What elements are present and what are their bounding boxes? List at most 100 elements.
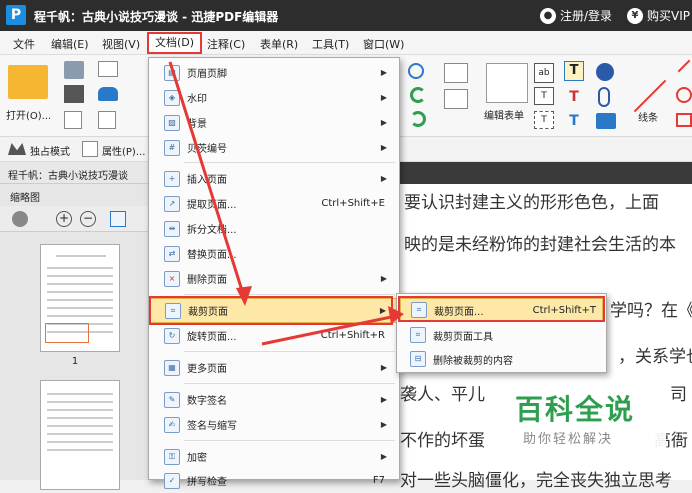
typewriter-icon[interactable]: T [564, 61, 584, 81]
save-icon[interactable] [64, 61, 84, 79]
header-footer-icon: ▤ [164, 64, 180, 81]
menu-item-spell-check[interactable]: ✓ 拼写检查 F7 [149, 468, 399, 493]
menu-view[interactable]: 视图(V) [102, 36, 140, 52]
delete-page-icon: × [164, 270, 180, 287]
remove-cropped-icon: ⊟ [410, 351, 426, 367]
page-thumbnail-1[interactable] [40, 244, 120, 352]
text-select-icon[interactable] [444, 89, 468, 109]
menu-item-more-pages[interactable]: ▦ 更多页面 ▶ [149, 355, 399, 380]
edit-form-icon[interactable] [486, 63, 528, 103]
extract-page-icon: ↗ [164, 195, 180, 212]
zoom-out-thumb-icon[interactable]: − [80, 211, 96, 227]
menu-item-split-document[interactable]: ⇹ 拆分文档... [149, 216, 399, 241]
textbox-icon[interactable]: T [534, 87, 554, 105]
attach-icon[interactable] [598, 87, 610, 107]
menu-window[interactable]: 窗口(W) [363, 36, 404, 52]
insert-page-icon: + [164, 170, 180, 187]
replace-page-icon: ⇄ [164, 245, 180, 262]
document-tab[interactable]: 程千帆：古典小说技巧漫谈 [0, 162, 150, 184]
buy-vip-label: 购买VIP [647, 9, 690, 23]
new-page-icon[interactable] [98, 111, 116, 129]
rotate-thumb-icon[interactable] [110, 211, 126, 227]
bates-icon: # [164, 139, 180, 156]
buy-vip-button[interactable]: ¥ 购买VIP [627, 7, 690, 24]
rotate-page-icon: ↻ [164, 327, 180, 344]
menu-form[interactable]: 表单(R) [260, 36, 298, 52]
watermark: 百科全说 助你轻松解决 [493, 374, 666, 454]
menu-comment[interactable]: 注释(C) [207, 36, 245, 52]
page-thumbnail-2[interactable] [40, 380, 120, 490]
menu-item-rotate-page[interactable]: ↻ 旋转页面... Ctrl+Shift+R [149, 323, 399, 348]
menu-item-header-footer[interactable]: ▤ 页眉页脚 ▶ [149, 60, 399, 85]
strikeout-icon[interactable]: T [564, 87, 584, 107]
stamp-icon[interactable] [596, 63, 614, 81]
gear-icon[interactable] [12, 211, 28, 227]
text-line: 要认识封建主义的形形色色，上面 [404, 193, 659, 213]
properties-button[interactable]: 属性(P)... [102, 143, 145, 158]
edit-form-label[interactable]: 编辑表单 [484, 107, 524, 122]
menu-item-replace-page[interactable]: ⇄ 替换页面... [149, 241, 399, 266]
watermark-icon: ◈ [164, 89, 180, 106]
open-folder-icon[interactable] [8, 65, 48, 99]
text-line: 学吗？在《 [610, 301, 692, 321]
select-icon[interactable] [444, 63, 468, 83]
submenu-arrow-icon: ▶ [380, 143, 387, 152]
crop-tool-icon: ⌗ [410, 327, 426, 343]
open-button-label[interactable]: 打开(O)... [6, 107, 51, 122]
print-icon[interactable] [64, 85, 84, 103]
zoom-in-thumb-icon[interactable]: + [56, 211, 72, 227]
submenu-arrow-icon: ▶ [380, 274, 387, 283]
submenu-arrow-icon: ▶ [380, 118, 387, 127]
rotate-left-icon[interactable] [410, 87, 426, 103]
arrow-tool-icon[interactable] [677, 59, 691, 73]
menu-item-watermark[interactable]: ◈ 水印 ▶ [149, 85, 399, 110]
split-document-icon: ⇹ [164, 220, 180, 237]
menu-separator [184, 351, 395, 352]
submenu-arrow-icon: ▶ [380, 420, 387, 429]
cloud-icon[interactable] [98, 87, 118, 101]
submenu-item-crop-tool[interactable]: ⌗ 裁剪页面工具 [397, 323, 606, 347]
rotate-right-icon[interactable] [410, 111, 426, 127]
zoom-in-icon[interactable] [408, 63, 424, 79]
menu-item-delete-page[interactable]: × 删除页面 ▶ [149, 266, 399, 291]
visible-area-indicator [45, 323, 89, 343]
menu-item-insert-page[interactable]: + 插入页面 ▶ [149, 166, 399, 191]
text-line: 映的是未经粉饰的封建社会生活的本 [404, 235, 676, 255]
menu-item-encrypt[interactable]: ⚿ 加密 ▶ [149, 444, 399, 469]
callout-icon[interactable]: T [534, 111, 554, 129]
text-line: 不作的坏蛋 [400, 431, 485, 451]
submenu-arrow-icon: ▶ [380, 68, 387, 77]
menu-bar: 文件 编辑(E) 视图(V) 文档(D) 注释(C) 表单(R) 工具(T) 窗… [0, 31, 692, 55]
menu-document[interactable]: 文档(D) [147, 32, 202, 54]
text-line: 对一些头脑僵化，完全丧失独立思考 [400, 471, 672, 491]
page-icon[interactable] [64, 111, 82, 129]
menu-item-extract-page[interactable]: ↗ 提取页面... Ctrl+Shift+E [149, 191, 399, 216]
menu-separator [184, 294, 395, 295]
digital-signature-icon: ✎ [164, 391, 180, 408]
menu-edit[interactable]: 编辑(E) [51, 36, 89, 52]
thumbnail-toolbar: + − [0, 206, 150, 232]
submenu-arrow-icon: ▶ [380, 452, 387, 461]
submenu-item-remove-cropped[interactable]: ⊟ 删除被裁剪的内容 [397, 347, 606, 371]
document-menu: ▤ 页眉页脚 ▶ ◈ 水印 ▶ ▨ 背景 ▶ # 贝茨编号 ▶ + 插入页面 ▶ ↗ 提取页面... C… [148, 57, 400, 489]
menu-item-digital-signature[interactable]: ✎ 数字签名 ▶ [149, 387, 399, 412]
login-button[interactable]: ● 注册/登录 [540, 7, 612, 24]
sound-icon[interactable] [596, 113, 616, 129]
rectangle-tool-icon[interactable] [676, 113, 692, 127]
thumbnail-panel: 缩略图 + − 1 [0, 184, 150, 490]
line-tool-icon[interactable] [633, 79, 667, 113]
submenu-arrow-icon: ▶ [380, 363, 387, 372]
text-line: ，关系学也 [618, 347, 692, 367]
email-icon[interactable] [98, 61, 118, 77]
ellipse-tool-icon[interactable] [676, 87, 692, 103]
menu-file[interactable]: 文件 [13, 36, 35, 52]
menu-tools[interactable]: 工具(T) [312, 36, 349, 52]
menu-item-bates-numbering[interactable]: # 贝茨编号 ▶ [149, 135, 399, 160]
underline-icon[interactable]: T [564, 111, 584, 131]
page-number-1: 1 [71, 356, 79, 367]
exclusive-mode-button[interactable]: 独占模式 [30, 143, 70, 158]
menu-item-background[interactable]: ▨ 背景 ▶ [149, 110, 399, 135]
text-field-icon[interactable]: ab [534, 63, 554, 83]
line-tool-label[interactable]: 线条 [638, 109, 658, 124]
menu-item-sign-initial[interactable]: ✍ 签名与缩写 ▶ [149, 412, 399, 437]
